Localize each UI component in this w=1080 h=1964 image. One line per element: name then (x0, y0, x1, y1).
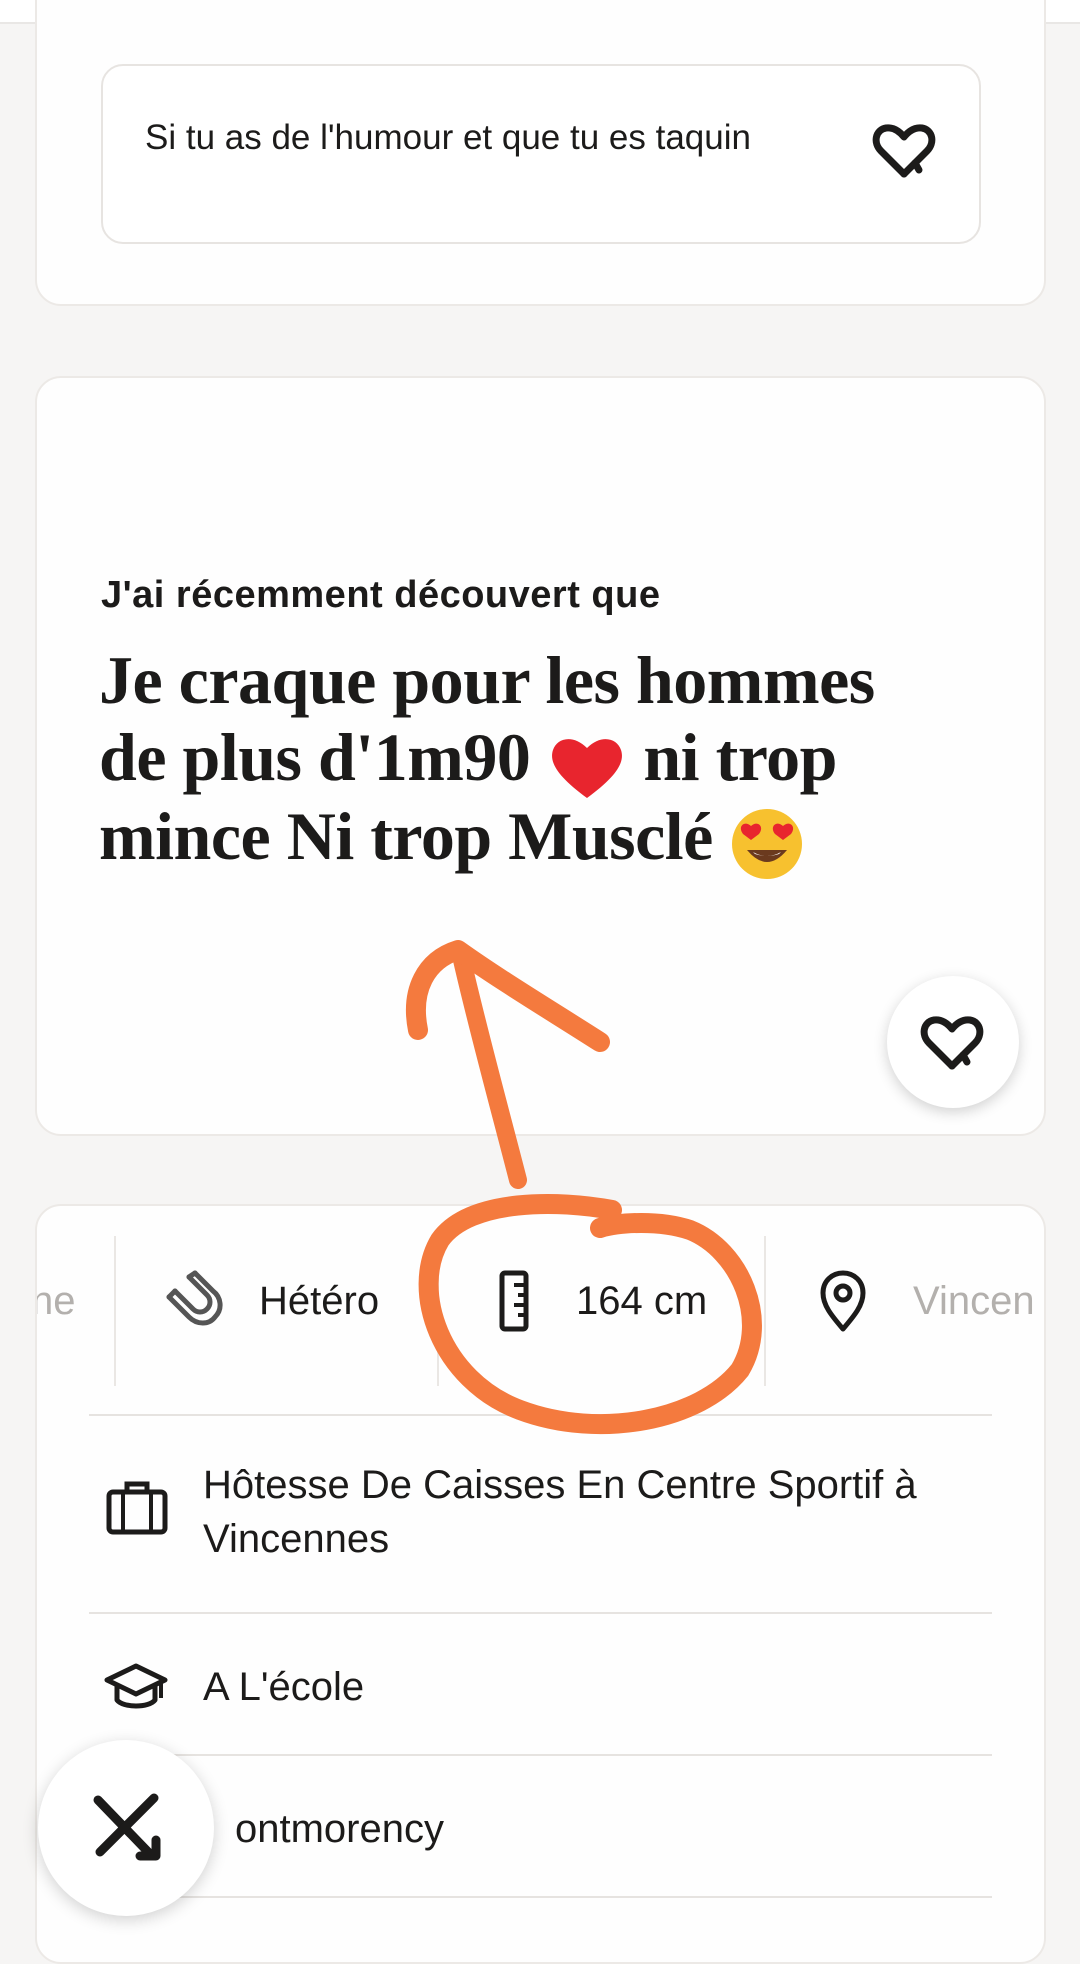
divider (437, 1236, 439, 1386)
vital-label: 164 cm (576, 1278, 708, 1323)
prompt-card: J'ai récemment découvert que Je craque p… (35, 376, 1046, 1136)
vitals-row[interactable]: ne Hétéro 164 cm Vincen (37, 1226, 1044, 1392)
prompt-question: J'ai récemment découvert que (101, 574, 661, 616)
vital-item-location: Vincen (817, 1226, 1035, 1376)
prompt-answer-line: Je craque pour les hommes (99, 642, 875, 718)
hometown-row: ontmorency (89, 1756, 992, 1896)
vital-label: Hétéro (259, 1278, 380, 1323)
prompt-answer-line: mince Ni trop Musclé 😍 (99, 798, 999, 881)
red-heart-emoji: ❤️ (547, 730, 627, 799)
school-text: A L'école (203, 1665, 365, 1709)
magnet-icon (166, 1270, 223, 1326)
prompt-answer-text: Si tu as de l'humour et que tu es taquin (145, 118, 751, 157)
vital-label: Vincen (913, 1278, 1035, 1323)
ruler-icon (499, 1270, 529, 1332)
divider (764, 1236, 766, 1386)
job-text: Hôtesse De Caisses En Centre Sportif à V… (203, 1463, 917, 1561)
prompt-answer-text: de plus d'1m90 (99, 719, 531, 795)
prompt-answer-text: mince Ni trop Musclé (99, 798, 713, 875)
prompt-answer-text: ni trop (643, 719, 837, 795)
prompt-answer-box[interactable]: Si tu as de l'humour et que tu es taquin (101, 64, 981, 244)
divider (89, 1896, 992, 1898)
job-row: Hôtesse De Caisses En Centre Sportif à V… (89, 1428, 992, 1598)
heart-icon (920, 1016, 984, 1070)
heart-icon[interactable] (871, 118, 937, 184)
location-pin-icon (820, 1270, 866, 1332)
prompt-answer: Je craque pour les hommes de plus d'1m90… (99, 642, 999, 882)
prompt-answer-line: de plus d'1m90 ❤️ ni trop (99, 719, 999, 799)
vital-item-cut: ne (37, 1226, 76, 1376)
hometown-text: ontmorency (235, 1807, 444, 1851)
briefcase-icon (106, 1481, 168, 1535)
heart-eyes-emoji: 😍 (729, 806, 805, 882)
graduation-cap-icon (104, 1663, 168, 1709)
vital-label: ne (37, 1278, 76, 1323)
close-icon (93, 1793, 161, 1861)
vital-item-height: 164 cm (494, 1226, 707, 1376)
prompt-card: Si tu as de l'humour et que tu es taquin (35, 0, 1046, 306)
vital-item-orientation: Hétéro (161, 1226, 379, 1376)
divider (89, 1414, 992, 1416)
like-button[interactable] (887, 976, 1019, 1108)
divider (114, 1236, 116, 1386)
school-row: A L'école (89, 1614, 992, 1754)
pass-button[interactable] (38, 1740, 214, 1916)
